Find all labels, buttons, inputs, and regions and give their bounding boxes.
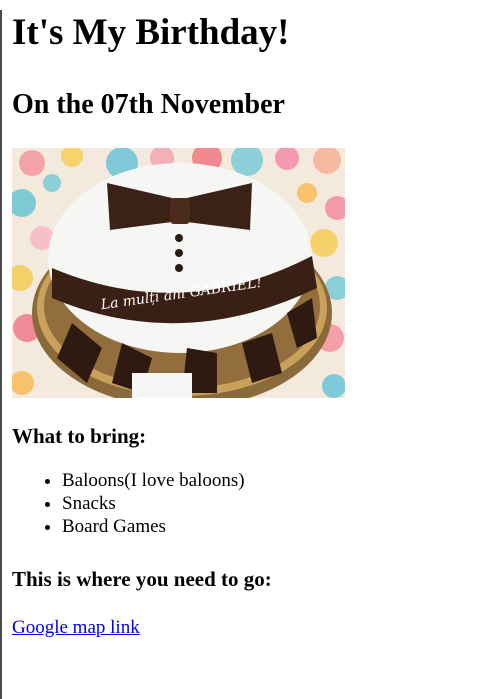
- page-content: It's My Birthday! On the 07th November L…: [2, 10, 483, 639]
- google-map-link[interactable]: Google map link: [12, 616, 140, 639]
- list-item: Baloons(I love baloons): [62, 469, 483, 492]
- location-heading: This is where you need to go:: [12, 567, 272, 591]
- bring-list: Baloons(I love baloons) Snacks Board Gam…: [12, 469, 483, 538]
- birthday-cake-image: La mulți ani GABRIEL!: [12, 148, 345, 398]
- list-item: Snacks: [62, 492, 483, 515]
- page-title: It's My Birthday!: [12, 12, 290, 53]
- date-heading: On the 07th November: [12, 89, 285, 120]
- list-item: Board Games: [62, 515, 483, 538]
- what-to-bring-heading: What to bring:: [12, 424, 147, 448]
